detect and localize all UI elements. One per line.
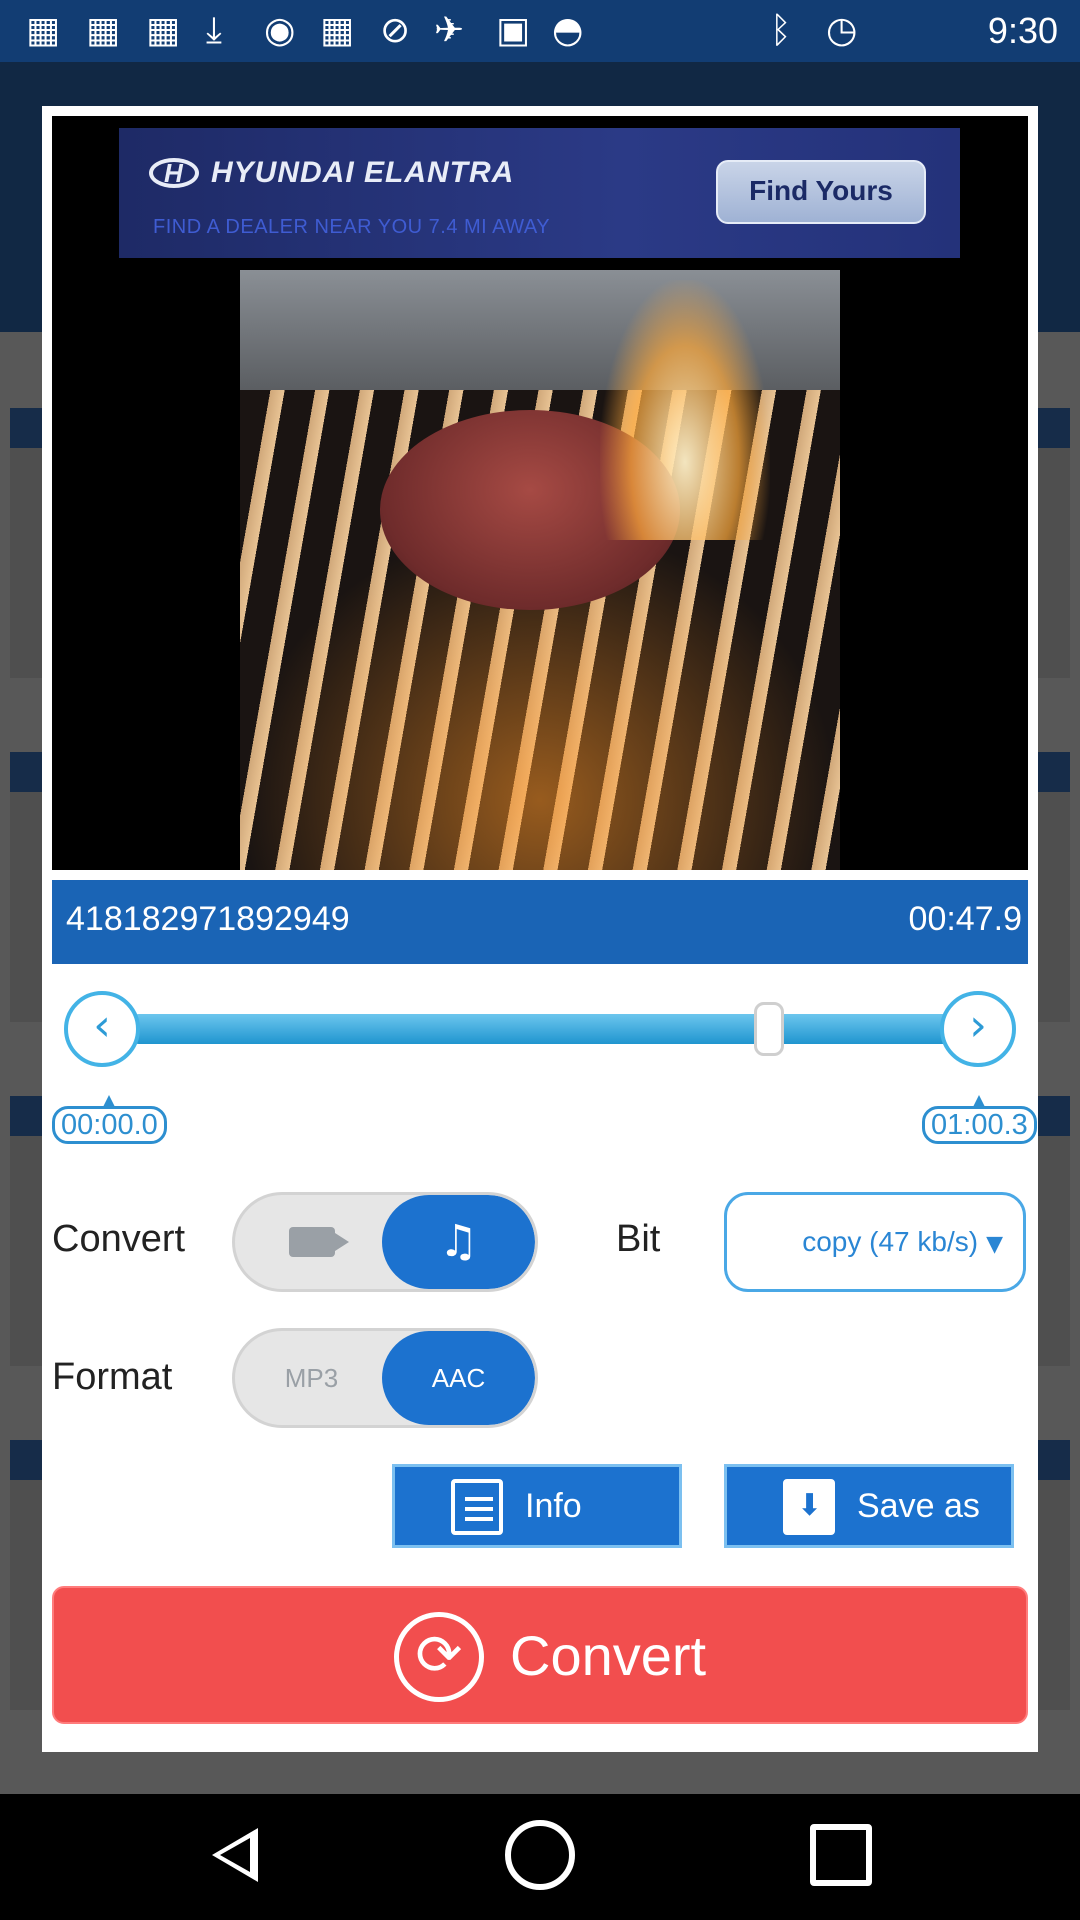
bluetooth-icon: ᛒ bbox=[770, 10, 792, 51]
recent-apps-icon[interactable] bbox=[810, 1824, 872, 1886]
trim-end-time: 01:00.3 bbox=[922, 1095, 1037, 1144]
download-folder-icon bbox=[783, 1479, 835, 1535]
flipboard-icon: ▦ bbox=[320, 10, 355, 51]
format-toggle[interactable]: MP3 AAC bbox=[232, 1328, 538, 1428]
convert-button[interactable]: ⟳ Convert bbox=[52, 1586, 1028, 1724]
bit-label: Bit bbox=[616, 1218, 661, 1260]
trim-start-time: 00:00.0 bbox=[52, 1095, 167, 1144]
convert-video-option[interactable] bbox=[235, 1195, 388, 1289]
convert-type-toggle[interactable]: ♫ bbox=[232, 1192, 538, 1292]
video-panel: HYUNDAI ELANTRA FIND A DEALER NEAR YOU 7… bbox=[52, 116, 1028, 964]
format-option-mp3[interactable]: MP3 bbox=[235, 1331, 388, 1425]
convert-audio-option[interactable]: ♫ bbox=[382, 1195, 535, 1289]
flipboard-icon: ▦ bbox=[86, 10, 121, 51]
status-bar: ▦ ▦ ▦ ⤓ ◉ ▦ ⊘ ✈ ▣ ◓ ᛒ ◷ 9:30 bbox=[0, 0, 1080, 62]
download-icon: ⤓ bbox=[206, 10, 222, 51]
hyundai-logo-icon bbox=[149, 158, 199, 189]
video-info-bar: 418182971892949 00:47.9 bbox=[52, 880, 1028, 964]
format-option-aac[interactable]: AAC bbox=[382, 1331, 535, 1425]
convert-button-label: Convert bbox=[510, 1624, 707, 1687]
dropdown-arrow-icon: ▼ bbox=[986, 1232, 1003, 1257]
video-preview[interactable] bbox=[240, 270, 840, 870]
flipboard-icon: ▦ bbox=[26, 10, 61, 51]
status-time: 9:30 bbox=[987, 10, 1058, 51]
edit-document-icon bbox=[451, 1479, 503, 1535]
format-row-label: Format bbox=[52, 1356, 173, 1398]
file-name: 418182971892949 bbox=[66, 900, 350, 938]
refresh-icon: ⟳ bbox=[394, 1612, 484, 1702]
save-as-button-label: Save as bbox=[857, 1487, 980, 1525]
android-icon: ◓ bbox=[552, 10, 584, 51]
flipboard-icon: ▦ bbox=[146, 10, 181, 51]
navigation-bar bbox=[0, 1794, 1080, 1920]
trim-start-arrow-icon[interactable]: ‹ bbox=[64, 991, 140, 1067]
convert-dialog: HYUNDAI ELANTRA FIND A DEALER NEAR YOU 7… bbox=[42, 106, 1038, 1752]
convert-row-label: Convert bbox=[52, 1218, 186, 1260]
fake-gps-icon: ✈ bbox=[434, 10, 465, 51]
trim-end-arrow-icon[interactable]: › bbox=[940, 991, 1016, 1067]
info-button[interactable]: Info bbox=[392, 1464, 682, 1548]
record-icon: ◉ bbox=[264, 10, 296, 51]
save-as-button[interactable]: Save as bbox=[724, 1464, 1014, 1548]
video-camera-icon bbox=[288, 1226, 349, 1257]
bitrate-select[interactable]: copy (47 kb/s) ▼ bbox=[724, 1192, 1026, 1292]
bitrate-value: copy (47 kb/s) bbox=[802, 1226, 979, 1257]
trim-slider-handle[interactable] bbox=[754, 1002, 785, 1056]
alarm-icon: ◷ bbox=[826, 10, 858, 51]
back-icon[interactable] bbox=[200, 1820, 270, 1890]
circle-slash-icon: ⊘ bbox=[380, 10, 411, 51]
lock-icon: ▣ bbox=[496, 10, 531, 51]
video-preview-flame bbox=[600, 280, 770, 540]
ad-banner[interactable]: HYUNDAI ELANTRA FIND A DEALER NEAR YOU 7… bbox=[119, 128, 960, 258]
ad-subtitle: FIND A DEALER NEAR YOU 7.4 MI AWAY bbox=[153, 216, 551, 238]
trim-slider-track[interactable] bbox=[124, 1014, 962, 1044]
video-duration: 00:47.9 bbox=[908, 900, 1022, 938]
ad-brand: HYUNDAI ELANTRA bbox=[211, 156, 515, 189]
home-icon[interactable] bbox=[505, 1820, 575, 1890]
info-button-label: Info bbox=[525, 1487, 582, 1525]
ad-cta-button[interactable]: Find Yours bbox=[716, 160, 926, 224]
music-note-icon: ♫ bbox=[438, 1216, 479, 1267]
